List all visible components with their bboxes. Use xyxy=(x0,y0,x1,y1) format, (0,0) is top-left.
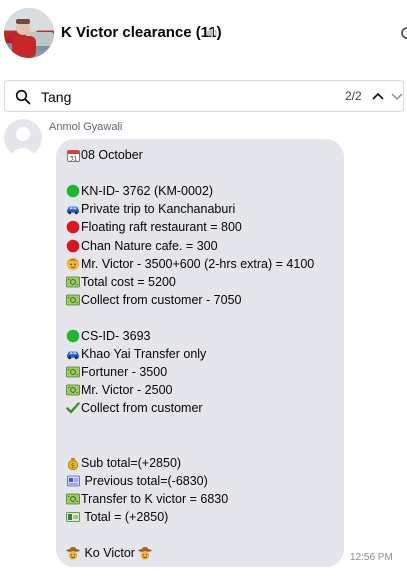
red-circle-icon xyxy=(66,220,80,234)
message-line: Private trip to Kanchanaburi xyxy=(66,200,334,218)
message-line: 31 08 October xyxy=(66,146,334,164)
cowboy-face-icon xyxy=(138,546,152,560)
money-bag-icon: $ xyxy=(66,456,80,470)
message-line: Floating raft restaurant = 800 xyxy=(66,218,334,236)
message-line: Total cost = 5200 xyxy=(66,273,334,291)
car-icon xyxy=(66,347,80,361)
message-line: Collect from customer - 7050 xyxy=(66,291,334,309)
message-line: Chan Nature cafe. = 300 xyxy=(66,236,334,254)
message-line: Collect from customer xyxy=(66,399,334,417)
message-line: Mr. Victor - 3500+600 (2-hrs extra) = 41… xyxy=(66,255,334,273)
checkmark-icon xyxy=(66,401,80,415)
chevron-up-icon[interactable] xyxy=(371,90,385,102)
green-circle-icon xyxy=(66,184,80,198)
red-circle-icon xyxy=(66,239,80,253)
message-line-text: Transfer to K victor = 6830 xyxy=(81,491,229,506)
message-line-text: Mr. Victor - 3500+600 (2-hrs extra) = 41… xyxy=(81,256,315,271)
message-search-bar: 2/2 xyxy=(4,80,404,112)
message-line: Total = (+2850) xyxy=(66,508,334,526)
search-input[interactable] xyxy=(41,87,281,107)
cowboy-face-icon xyxy=(66,546,80,560)
message-timestamp: 12:56 PM xyxy=(350,552,393,563)
person-icon xyxy=(66,257,80,271)
receipt-icon xyxy=(66,474,80,488)
group-avatar[interactable] xyxy=(4,8,54,58)
sender-avatar[interactable] xyxy=(4,119,42,157)
message-line: $ Sub total=(+2850) xyxy=(66,454,334,472)
message-line: Transfer to K victor = 6830 xyxy=(66,490,334,508)
message-line-text: Floating raft restaurant = 800 xyxy=(81,220,242,235)
info-icon[interactable] xyxy=(401,27,407,39)
message-line-text: Chan Nature cafe. = 300 xyxy=(81,238,218,253)
message-line-text: KN-ID- 3762 (KM-0002) xyxy=(81,184,213,199)
search-icon xyxy=(15,89,31,105)
message-line-text: Collect from customer xyxy=(81,401,203,416)
message-line-text: Total cost = 5200 xyxy=(81,274,176,289)
message-line: Khao Yai Transfer only xyxy=(66,345,334,363)
money-icon xyxy=(66,492,80,506)
calendar-icon: 31 xyxy=(66,148,80,162)
message-line-text: Collect from customer - 7050 xyxy=(81,292,242,307)
money-icon xyxy=(66,275,80,289)
message-line-text: Mr. Victor - 2500 xyxy=(81,383,173,398)
money-icon xyxy=(66,293,80,307)
conversation-header: K Victor clearance (11) xyxy=(0,0,407,68)
message-line: Previous total=(-6830) xyxy=(66,472,334,490)
message-line-text: Fortuner - 3500 xyxy=(81,365,168,380)
conversation-title[interactable]: K Victor clearance (11) xyxy=(61,24,222,41)
message-bubble[interactable]: 31 08 October KN-ID- 3762 (KM-0002) Private… xyxy=(56,139,344,567)
message-line-text: Private trip to Kanchanaburi xyxy=(81,202,236,217)
money-icon xyxy=(66,383,80,397)
message-line: CS-ID- 3693 xyxy=(66,327,334,345)
message-line-text: 08 October xyxy=(81,148,143,163)
message-line: KN-ID- 3762 (KM-0002) xyxy=(66,182,334,200)
car-icon xyxy=(66,202,80,216)
message-line: Ko Victor xyxy=(66,544,334,562)
muted-speaker-icon[interactable] xyxy=(204,25,220,41)
green-circle-icon xyxy=(66,329,80,343)
message-line: Mr. Victor - 2500 xyxy=(66,381,334,399)
message-line-text: Ko Victor xyxy=(81,546,139,561)
message-line-text: Khao Yai Transfer only xyxy=(81,347,207,362)
svg-text:31: 31 xyxy=(69,155,77,162)
money-icon xyxy=(66,365,80,379)
message-line-text: Total = (+2850) xyxy=(81,509,169,524)
sender-name: Anmol Gyawali xyxy=(49,121,123,133)
message-line-text: CS-ID- 3693 xyxy=(81,328,151,343)
message-line-text: Sub total=(+2850) xyxy=(81,455,182,470)
message-line: Fortuner - 3500 xyxy=(66,363,334,381)
svg-text:$: $ xyxy=(71,461,75,469)
message-line-text: Previous total=(-6830) xyxy=(81,473,208,488)
search-match-count: 2/2 xyxy=(345,89,362,103)
chevron-down-icon[interactable] xyxy=(390,90,404,102)
banknote-icon xyxy=(66,510,80,524)
